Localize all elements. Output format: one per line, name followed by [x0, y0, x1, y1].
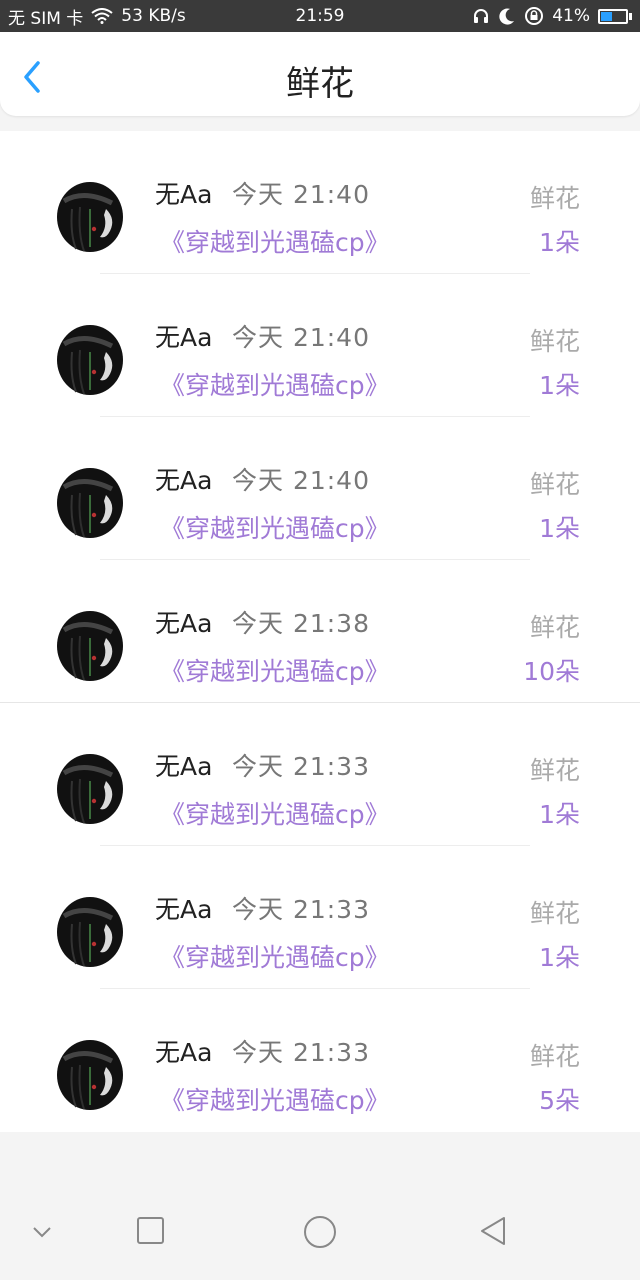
system-nav-bar — [0, 1196, 640, 1280]
user-name: 无Aa — [155, 180, 213, 209]
user-name: 无Aa — [155, 752, 213, 781]
gift-type-label: 鲜花 — [529, 899, 580, 928]
user-name: 无Aa — [155, 609, 213, 638]
gift-record-row[interactable]: 无Aa 今天 21:33 《穿越到光遇磕cp》 鲜花 5朵 — [0, 989, 640, 1132]
gift-count: 1朵 — [539, 371, 580, 400]
nav-recents-button[interactable] — [136, 1216, 166, 1250]
gift-type-label: 鲜花 — [529, 1042, 580, 1071]
square-icon — [137, 1217, 164, 1244]
chevron-down-icon — [33, 1227, 51, 1238]
book-title-link[interactable]: 《穿越到光遇磕cp》 — [160, 223, 390, 259]
page-title: 鲜花 — [286, 64, 354, 104]
user-name: 无Aa — [155, 466, 213, 495]
gift-count: 1朵 — [539, 800, 580, 829]
avatar[interactable] — [54, 751, 124, 825]
gift-count: 1朵 — [539, 228, 580, 257]
gift-time: 今天 21:33 — [232, 1038, 370, 1067]
wifi-icon — [91, 8, 113, 24]
book-title-link[interactable]: 《穿越到光遇磕cp》 — [160, 938, 390, 974]
book-title-link[interactable]: 《穿越到光遇磕cp》 — [160, 509, 390, 545]
battery-percent: 41% — [552, 6, 590, 26]
avatar[interactable] — [54, 1037, 124, 1111]
app-header: 鲜花 — [0, 32, 640, 116]
gift-record-row[interactable]: 无Aa 今天 21:33 《穿越到光遇磕cp》 鲜花 1朵 — [0, 846, 640, 989]
book-title-link[interactable]: 《穿越到光遇磕cp》 — [160, 1081, 390, 1117]
moon-icon — [498, 7, 516, 25]
gift-count: 10朵 — [523, 657, 580, 686]
nav-collapse-button[interactable] — [30, 1224, 54, 1244]
avatar[interactable] — [54, 608, 124, 682]
avatar[interactable] — [54, 322, 124, 396]
nav-home-button[interactable] — [302, 1214, 338, 1254]
gift-time: 今天 21:38 — [232, 609, 370, 638]
user-name: 无Aa — [155, 323, 213, 352]
avatar[interactable] — [54, 179, 124, 253]
gift-type-label: 鲜花 — [529, 756, 580, 785]
gift-time: 今天 21:40 — [232, 466, 370, 495]
gift-count: 5朵 — [539, 1086, 580, 1115]
book-title-link[interactable]: 《穿越到光遇磕cp》 — [160, 366, 390, 402]
rotation-lock-icon — [524, 6, 544, 26]
gift-record-row[interactable]: 无Aa 今天 21:33 《穿越到光遇磕cp》 鲜花 1朵 — [0, 703, 640, 846]
nav-back-button[interactable] — [476, 1214, 510, 1252]
triangle-back-icon — [481, 1217, 505, 1245]
avatar[interactable] — [54, 894, 124, 968]
gift-record-list: 无Aa 今天 21:40 《穿越到光遇磕cp》 鲜花 1朵 无Aa 今天 21:… — [0, 131, 640, 1132]
network-speed: 53 KB/s — [121, 6, 186, 26]
book-title-link[interactable]: 《穿越到光遇磕cp》 — [160, 652, 390, 688]
avatar[interactable] — [54, 465, 124, 539]
sim-status: 无 SIM 卡 — [8, 8, 84, 29]
status-bar: 无 SIM 卡 53 KB/s 21:59 41% — [0, 0, 640, 32]
gift-type-label: 鲜花 — [529, 613, 580, 642]
gift-time: 今天 21:33 — [232, 895, 370, 924]
gift-time: 今天 21:40 — [232, 180, 370, 209]
headphones-icon — [472, 7, 490, 25]
gift-count: 1朵 — [539, 514, 580, 543]
gift-type-label: 鲜花 — [529, 184, 580, 213]
gift-count: 1朵 — [539, 943, 580, 972]
gift-record-row[interactable]: 无Aa 今天 21:38 《穿越到光遇磕cp》 鲜花 10朵 — [0, 560, 640, 703]
user-name: 无Aa — [155, 1038, 213, 1067]
gift-record-row[interactable]: 无Aa 今天 21:40 《穿越到光遇磕cp》 鲜花 1朵 — [0, 274, 640, 417]
gift-time: 今天 21:40 — [232, 323, 370, 352]
gift-type-label: 鲜花 — [529, 470, 580, 499]
battery-icon — [598, 8, 632, 24]
book-title-link[interactable]: 《穿越到光遇磕cp》 — [160, 795, 390, 831]
gift-record-row[interactable]: 无Aa 今天 21:40 《穿越到光遇磕cp》 鲜花 1朵 — [0, 131, 640, 274]
user-name: 无Aa — [155, 895, 213, 924]
gift-time: 今天 21:33 — [232, 752, 370, 781]
gift-record-row[interactable]: 无Aa 今天 21:40 《穿越到光遇磕cp》 鲜花 1朵 — [0, 417, 640, 560]
circle-icon — [304, 1216, 336, 1248]
gift-type-label: 鲜花 — [529, 327, 580, 356]
